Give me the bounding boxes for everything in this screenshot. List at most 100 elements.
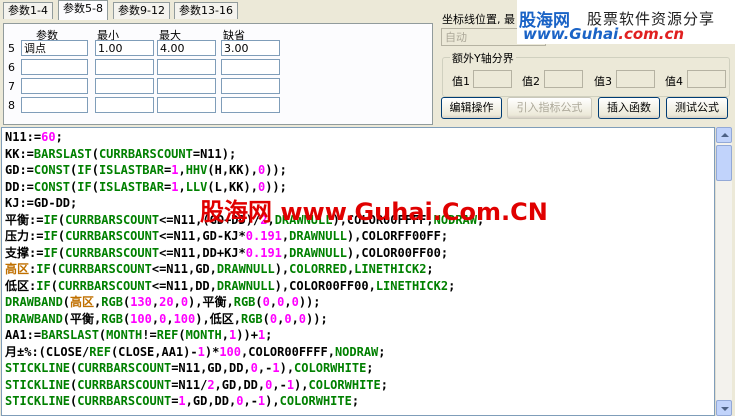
value-2-field[interactable] <box>544 70 583 88</box>
code-line: 支撑:=IF(CURRBARSCOUNT<=N11,DD+KJ*0.191,DR… <box>5 245 448 261</box>
code-token: ; <box>426 262 434 276</box>
code-token: 0 <box>250 361 258 375</box>
param-max-field[interactable] <box>157 59 216 75</box>
code-token: ; <box>380 377 388 392</box>
code-token: RGB <box>233 295 256 309</box>
tab-params-13-16[interactable]: 参数13-16 <box>174 2 238 19</box>
coord-line-value: 自动 <box>445 31 467 44</box>
code-token: 支撑:= <box>5 245 44 260</box>
scroll-down-button[interactable] <box>716 400 732 416</box>
code-token: IF <box>43 212 58 227</box>
param-min-field[interactable]: 1.00 <box>95 40 154 56</box>
code-token: 130 <box>130 295 152 309</box>
code-token: 月±%:(CLOSE/ <box>5 344 90 359</box>
code-token: MONTH <box>185 328 222 342</box>
code-token: CURRBARSCOUNT <box>65 212 160 227</box>
insert-function-button[interactable]: 插入函数 <box>598 97 660 119</box>
param-name-field[interactable] <box>21 78 88 94</box>
code-token: KK:= <box>5 146 34 161</box>
edit-operations-button[interactable]: 编辑操作 <box>441 97 502 119</box>
value-1-field[interactable] <box>473 70 512 88</box>
code-token: ; <box>55 130 63 144</box>
code-token: (CLOSE,AA1)- <box>110 344 198 359</box>
param-default-field[interactable] <box>221 97 280 113</box>
param-default-field[interactable] <box>221 78 280 94</box>
param-name-field[interactable]: 调点 <box>21 40 88 56</box>
code-token: MONTH <box>106 328 143 342</box>
code-token: 100 <box>173 311 196 326</box>
watermark: 股海网 www.Guhai.Com.CN <box>200 198 548 226</box>
code-token: IF <box>43 229 58 243</box>
code-token: ,- <box>243 394 258 408</box>
code-token: CURRBARSCOUNT <box>77 377 172 392</box>
row-number: 5 <box>8 42 15 55</box>
code-token: 压力:= <box>5 229 44 243</box>
code-line: STICKLINE(CURRBARSCOUNT=N11,GD,DD,0,-1),… <box>5 360 374 376</box>
code-token: , <box>221 328 230 342</box>
code-line: AA1:=BARSLAST(MONTH!=REF(MONTH,1))+1; <box>5 327 272 343</box>
code-token: (平衡, <box>62 311 102 326</box>
code-line: 低区:IF(CURRBARSCOUNT<=N11,DD,DRAWNULL),CO… <box>5 278 455 294</box>
chevron-up-icon <box>721 133 729 137</box>
test-formula-button[interactable]: 测试公式 <box>666 97 728 119</box>
formula-editor[interactable]: N11:=60; KK:=BARSLAST(CURRBARSCOUNT=N11);… <box>1 127 715 416</box>
coord-line-label: 坐标线位置, 最 <box>442 13 515 26</box>
code-line: 压力:=IF(CURRBARSCOUNT<=N11,GD-KJ*0.191,DR… <box>5 228 448 244</box>
code-token: ,- <box>257 361 273 375</box>
code-token: =N11); <box>192 146 237 161</box>
code-token: 高区 <box>5 262 30 276</box>
code-token: ),平衡, <box>188 295 234 309</box>
code-line: STICKLINE(CURRBARSCOUNT=1,GD,DD,0,-1),CO… <box>5 393 359 409</box>
row-number: 6 <box>8 61 15 74</box>
code-token: 1 <box>272 361 280 375</box>
param-min-field[interactable] <box>95 59 154 75</box>
scroll-thumb[interactable] <box>716 145 732 181</box>
logo-url-main: www.Guhai <box>523 25 619 43</box>
param-max-field[interactable]: 4.00 <box>157 40 216 56</box>
param-name-field[interactable] <box>21 97 88 113</box>
param-default-field[interactable]: 3.00 <box>221 40 280 56</box>
param-min-field[interactable] <box>95 97 154 113</box>
code-token: 100 <box>130 311 152 326</box>
code-token: ),COLORFF00FF; <box>346 229 449 243</box>
code-token: (H,KK), <box>207 163 258 177</box>
code-token: 0.191 <box>245 229 282 243</box>
value-label: 值1 <box>452 75 470 88</box>
code-token: REF <box>89 344 111 359</box>
param-min-field[interactable] <box>95 78 154 94</box>
code-token: IF <box>77 179 92 194</box>
code-token: , <box>291 311 299 326</box>
code-token: ), <box>274 262 290 276</box>
param-max-field[interactable] <box>157 78 216 94</box>
import-formula-button[interactable]: 引入指标公式 <box>507 97 592 119</box>
code-line: STICKLINE(CURRBARSCOUNT=N11/2,GD,DD,0,-1… <box>5 377 388 393</box>
code-token: 100 <box>219 344 242 359</box>
code-token: ,- <box>272 377 287 392</box>
row-number: 7 <box>8 80 15 93</box>
scroll-up-button[interactable] <box>716 127 732 143</box>
value-label: 值3 <box>594 75 612 88</box>
code-token: 1 <box>286 377 295 392</box>
code-token: <=N11,DD+KJ* <box>159 245 246 260</box>
code-line: 高区:IF(CURRBARSCOUNT<=N11,GD,DRAWNULL),CO… <box>5 261 434 277</box>
value-3-field[interactable] <box>616 70 655 88</box>
code-token: )); <box>306 311 328 326</box>
code-token: )* <box>204 344 220 359</box>
tab-params-5-8[interactable]: 参数5-8 <box>58 0 108 20</box>
code-token: ( <box>178 328 186 342</box>
code-line: 月±%:(CLOSE/REF(CLOSE,AA1)-1)*100,COLOR00… <box>5 344 386 360</box>
code-token: , <box>178 179 186 194</box>
code-token: DRAWNULL <box>216 262 275 276</box>
code-token: BARSLAST <box>41 328 99 342</box>
code-token: IF <box>36 278 51 293</box>
code-token: COLORWHITE <box>279 394 352 408</box>
code-token: RGB <box>240 311 263 326</box>
editor-scrollbar[interactable] <box>715 127 732 416</box>
code-token: ( <box>91 179 99 194</box>
param-default-field[interactable] <box>221 59 280 75</box>
param-name-field[interactable] <box>21 59 88 75</box>
value-4-field[interactable] <box>687 70 726 88</box>
tab-params-9-12[interactable]: 参数9-12 <box>113 2 170 19</box>
tab-params-1-4[interactable]: 参数1-4 <box>3 2 53 19</box>
param-max-field[interactable] <box>157 97 216 113</box>
